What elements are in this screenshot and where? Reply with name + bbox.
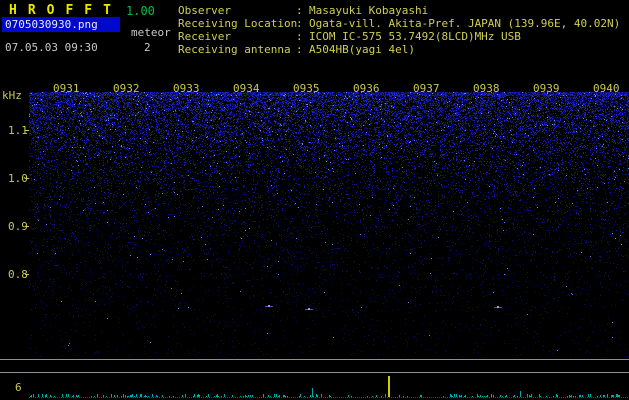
info-value: Masayuki Kobayashi	[309, 4, 429, 17]
info-colon: :	[296, 17, 303, 30]
info-value: Ogata-vill. Akita-Pref. JAPAN (139.96E, …	[309, 17, 621, 30]
filename-box: 0705030930.png	[2, 17, 120, 32]
mode-label: meteor	[131, 26, 171, 39]
separator-line	[0, 372, 629, 373]
info-row-receiver: Receiver: ICOM IC-575 53.7492(8LCD)MHz US…	[178, 30, 620, 43]
level-canvas	[29, 374, 629, 399]
separator-line	[0, 359, 629, 360]
info-label: Receiver	[178, 30, 231, 43]
info-label: Observer	[178, 4, 231, 17]
meteor-count: 2	[144, 41, 151, 54]
level-axis-label: 6	[15, 381, 22, 394]
app-version: 1.00	[126, 4, 155, 18]
info-colon: :	[296, 4, 303, 17]
info-colon: :	[296, 30, 303, 43]
info-value: ICOM IC-575 53.7492(8LCD)MHz USB	[309, 30, 521, 43]
freq-unit-label: kHz	[2, 89, 22, 102]
info-label: Receiving antenna	[178, 43, 291, 56]
app-title: HROFFT	[9, 3, 122, 18]
filename-label: 0705030930.png	[5, 18, 98, 31]
datetime-label: 07.05.03 09:30	[5, 41, 98, 54]
station-info: Observer: Masayuki Kobayashi Receiving Lo…	[178, 4, 620, 56]
info-row-observer: Observer: Masayuki Kobayashi	[178, 4, 620, 17]
spectrogram-canvas	[29, 92, 629, 358]
info-value: A504HB(yagi 4el)	[309, 43, 415, 56]
info-label: Receiving Location	[178, 17, 298, 30]
info-row-location: Receiving Location: Ogata-vill. Akita-Pre…	[178, 17, 620, 30]
info-row-antenna: Receiving antenna: A504HB(yagi 4el)	[178, 43, 620, 56]
hrofft-output: HROFFT 1.00 0705030930.png meteor 07.05.…	[0, 0, 629, 400]
info-colon: :	[296, 43, 303, 56]
